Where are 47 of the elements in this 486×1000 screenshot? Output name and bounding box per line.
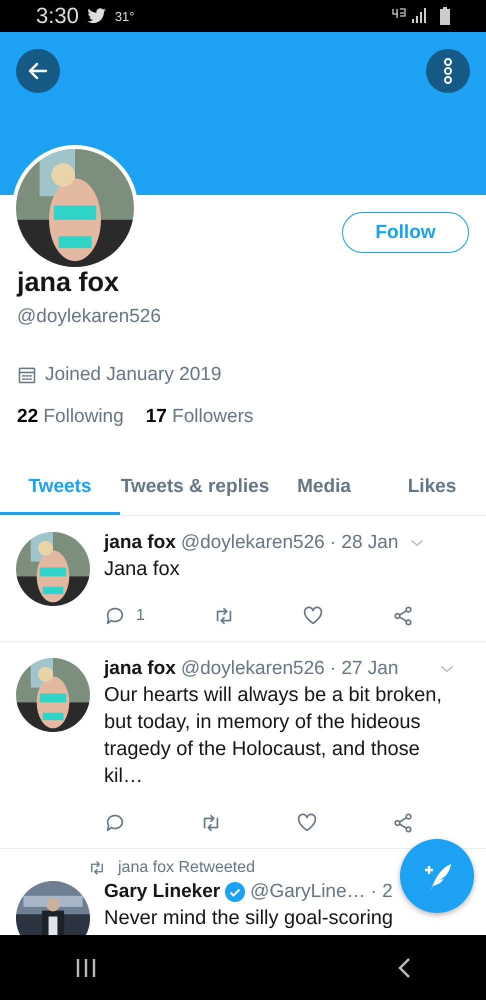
heart-icon <box>302 605 324 627</box>
back-button[interactable] <box>16 49 60 93</box>
profile-tab[interactable]: Likes <box>378 456 486 515</box>
more-icon <box>443 57 453 85</box>
back-nav-icon[interactable] <box>397 956 411 978</box>
retweeted-label: jana fox Retweeted <box>118 859 255 877</box>
joined-date: Joined January 2019 <box>45 364 222 386</box>
tweet-handle: @GaryLine… <box>250 881 366 903</box>
tweet-author: jana fox <box>104 658 176 680</box>
following-count[interactable]: 22 Following <box>17 406 124 428</box>
reply-icon <box>104 605 126 627</box>
share-button[interactable] <box>392 812 414 834</box>
bird-icon <box>86 8 107 24</box>
share-button[interactable] <box>392 605 414 627</box>
tweet-date: · 2 <box>370 881 393 903</box>
tweet-handle: @doylekaren526 <box>180 658 325 680</box>
reply-icon <box>104 812 126 834</box>
calendar-icon <box>17 365 37 385</box>
battery-icon <box>440 7 450 25</box>
profile-tab[interactable]: Tweets <box>0 456 120 515</box>
compose-button[interactable] <box>400 839 474 913</box>
like-button[interactable] <box>302 605 324 627</box>
like-button[interactable] <box>296 812 318 834</box>
status-time: 3:30 <box>36 3 79 29</box>
tweet-date: · 27 Jan <box>330 658 398 680</box>
profile-name: jana fox <box>17 267 120 298</box>
tweet-author: Gary Lineker <box>104 881 220 903</box>
tweet-text: Never mind the silly goal-scoring <box>104 906 394 931</box>
recent-apps-icon[interactable] <box>75 956 97 978</box>
retweet-icon <box>88 859 106 877</box>
tweet-text: Jana fox <box>104 557 181 582</box>
status-temperature: 31° <box>114 8 134 24</box>
share-icon <box>392 605 414 627</box>
tweet-handle: @doylekaren526 <box>180 532 325 554</box>
tweet-date: · 28 Jan <box>330 532 398 554</box>
profile-handle: @doylekaren526 <box>17 306 162 328</box>
share-icon <box>392 812 414 834</box>
tweet-text: Our hearts will always be a bit broken, but today, in memory of the hideous tragedy of the Holocaust, and those kil… <box>104 683 443 789</box>
reply-button[interactable]: 1 <box>104 605 145 627</box>
profile-tab[interactable]: Tweets & replies <box>120 456 270 515</box>
reply-button[interactable] <box>104 812 126 834</box>
heart-icon <box>296 812 318 834</box>
profile-tab[interactable]: Media <box>270 456 378 515</box>
follow-button[interactable]: Follow <box>342 212 469 253</box>
tweet-author: jana fox <box>104 532 176 554</box>
more-button[interactable] <box>426 49 470 93</box>
followers-count[interactable]: 17 Followers <box>146 406 254 428</box>
